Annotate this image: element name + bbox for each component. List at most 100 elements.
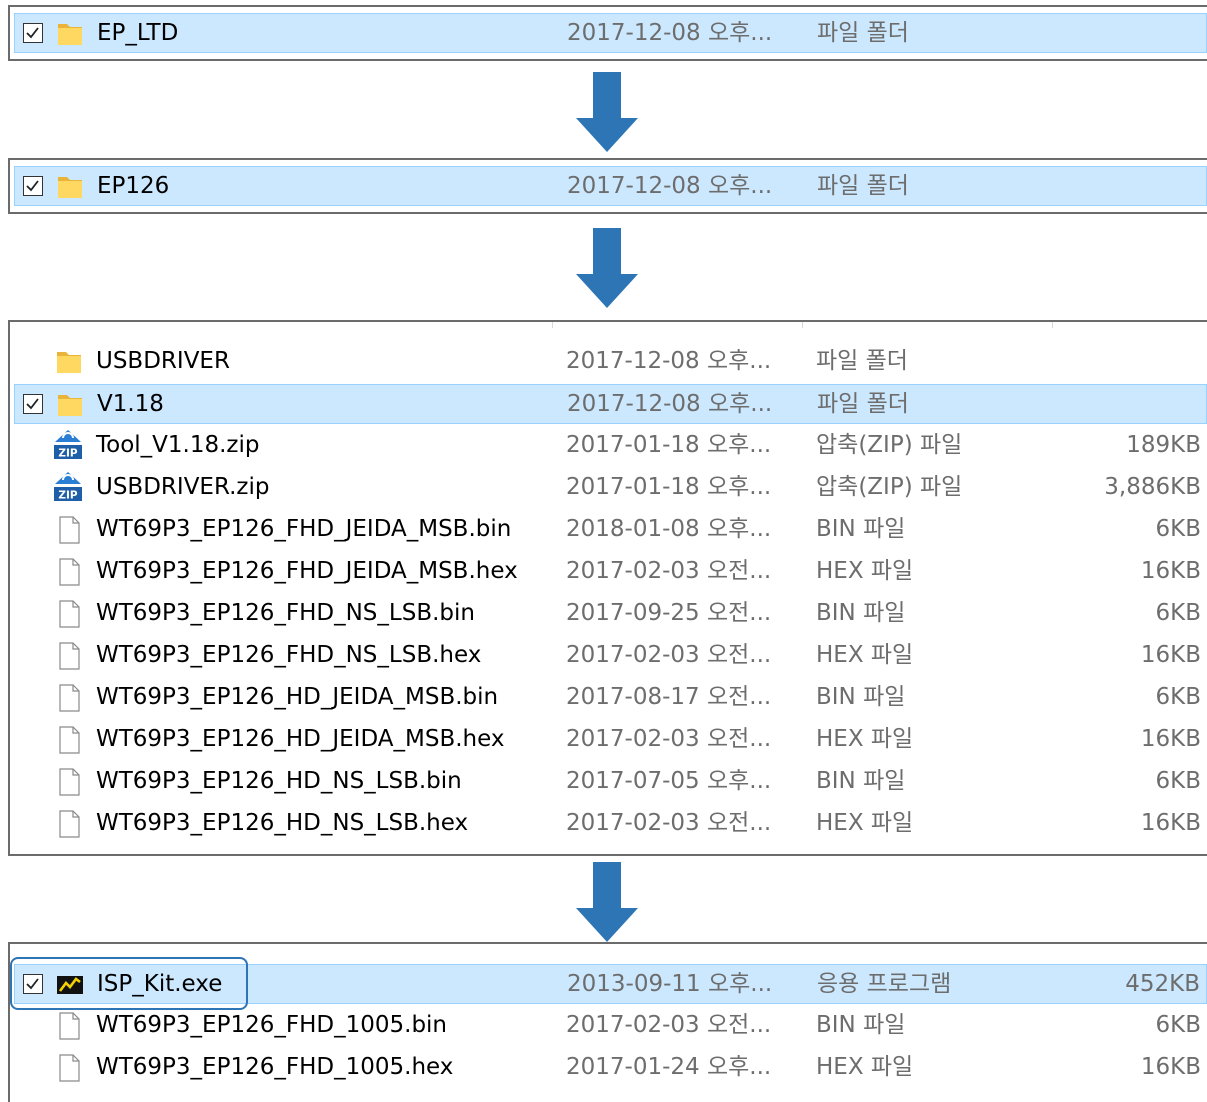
file-date-modified: 2017-07-05 오후... [566,768,772,794]
down-arrow-icon [576,862,638,942]
file-date-modified: 2013-09-11 오후... [567,971,773,997]
zip-icon: ZIP [52,471,82,502]
file-type: BIN 파일 [816,600,906,626]
file-type: 파일 폴더 [817,173,909,199]
file-row[interactable]: WT69P3_EP126_HD_NS_LSB.bin 2017-07-05 오후.… [14,762,1207,802]
zip-icon: ZIP [52,429,82,460]
file-icon [54,1053,84,1083]
file-type: BIN 파일 [816,516,906,542]
file-size: 16KB [1140,642,1201,668]
svg-text:ZIP: ZIP [58,448,78,460]
folder-icon [55,390,85,420]
file-list: EP126 2017-12-08 오후... 파일 폴더 [10,160,1207,212]
file-date-modified: 2017-02-03 오전... [566,726,772,752]
file-name: WT69P3_EP126_FHD_1005.hex [96,1054,454,1080]
file-icon [54,683,84,713]
file-name: WT69P3_EP126_FHD_JEIDA_MSB.hex [96,558,518,584]
down-arrow-icon [576,72,638,152]
file-size: 16KB [1140,726,1201,752]
file-type: 파일 폴더 [817,391,909,417]
file-row[interactable]: WT69P3_EP126_FHD_1005.hex 2017-01-24 오후..… [14,1048,1207,1088]
file-size: 16KB [1140,558,1201,584]
file-icon [54,767,84,797]
file-size: 6KB [1155,600,1202,626]
file-date-modified: 2017-02-03 오전... [566,642,772,668]
file-row[interactable]: WT69P3_EP126_HD_NS_LSB.hex 2017-02-03 오전.… [14,804,1207,844]
file-icon [54,515,84,545]
explorer-panel-ep126: EP126 2017-12-08 오후... 파일 폴더 [8,158,1207,214]
file-name: WT69P3_EP126_FHD_JEIDA_MSB.bin [96,516,512,542]
file-size: 452KB [1125,971,1200,997]
file-date-modified: 2017-01-18 오후... [566,432,772,458]
file-row[interactable]: WT69P3_EP126_FHD_JEIDA_MSB.hex 2017-02-03… [14,552,1207,592]
file-row[interactable]: WT69P3_EP126_HD_JEIDA_MSB.hex 2017-02-03 … [14,720,1207,760]
file-type: 응용 프로그램 [817,971,952,997]
file-name: WT69P3_EP126_HD_NS_LSB.hex [96,810,469,836]
file-name: EP126 [97,173,170,199]
explorer-panel-ep-ltd: EP_LTD 2017-12-08 오후... 파일 폴더 [8,5,1207,61]
file-date-modified: 2017-08-17 오전... [566,684,772,710]
file-date-modified: 2017-12-08 오후... [567,391,773,417]
file-type: HEX 파일 [816,726,914,752]
file-date-modified: 2017-02-03 오전... [566,810,772,836]
file-size: 6KB [1155,516,1202,542]
file-row[interactable]: EP126 2017-12-08 오후... 파일 폴더 [14,166,1207,206]
file-name: EP_LTD [97,20,179,46]
file-icon [54,641,84,671]
file-size: 16KB [1140,1054,1201,1080]
folder-icon [55,19,85,49]
file-type: 파일 폴더 [816,348,908,374]
file-type: HEX 파일 [816,1054,914,1080]
file-row[interactable]: WT69P3_EP126_FHD_1005.bin 2017-02-03 오전..… [14,1006,1207,1046]
folder-icon [54,347,84,377]
file-row[interactable]: WT69P3_EP126_FHD_NS_LSB.bin 2017-09-25 오전… [14,594,1207,634]
file-size: 3,886KB [1104,474,1201,500]
file-name: WT69P3_EP126_FHD_1005.bin [96,1012,448,1038]
file-date-modified: 2017-09-25 오전... [566,600,772,626]
row-checkbox[interactable] [23,394,43,414]
file-icon [54,1011,84,1041]
file-date-modified: 2017-12-08 오후... [566,348,772,374]
file-name: USBDRIVER [96,348,230,374]
file-date-modified: 2017-01-18 오후... [566,474,772,500]
file-name: WT69P3_EP126_HD_NS_LSB.bin [96,768,462,794]
file-size: 6KB [1155,684,1202,710]
file-list: EP_LTD 2017-12-08 오후... 파일 폴더 [10,7,1207,59]
file-icon [54,557,84,587]
file-type: HEX 파일 [816,642,914,668]
file-type: HEX 파일 [816,558,914,584]
file-row[interactable]: WT69P3_EP126_FHD_JEIDA_MSB.bin 2018-01-08… [14,510,1207,550]
file-row[interactable]: ZIP USBDRIVER.zip 2017-01-18 오후... 압축(ZIP) … [14,468,1207,508]
file-icon [54,599,84,629]
file-name: WT69P3_EP126_FHD_NS_LSB.hex [96,642,482,668]
file-type: 파일 폴더 [817,20,909,46]
file-row[interactable]: WT69P3_EP126_HD_JEIDA_MSB.bin 2017-08-17 … [14,678,1207,718]
file-icon [54,725,84,755]
file-size: 6KB [1155,768,1202,794]
file-row[interactable]: USBDRIVER 2017-12-08 오후... 파일 폴더 [14,342,1207,382]
file-size: 189KB [1126,432,1201,458]
file-type: BIN 파일 [816,1012,906,1038]
file-date-modified: 2017-02-03 오전... [566,558,772,584]
row-checkbox[interactable] [23,176,43,196]
file-date-modified: 2017-12-08 오후... [567,20,773,46]
file-row[interactable]: V1.18 2017-12-08 오후... 파일 폴더 [14,384,1207,424]
file-icon [54,809,84,839]
explorer-panel-ep126-contents: USBDRIVER 2017-12-08 오후... 파일 폴더 V1.18 2017-… [8,320,1207,856]
svg-text:ZIP: ZIP [58,490,78,502]
file-name: WT69P3_EP126_FHD_NS_LSB.bin [96,600,475,626]
file-row[interactable]: WT69P3_EP126_FHD_NS_LSB.hex 2017-02-03 오전… [14,636,1207,676]
file-type: HEX 파일 [816,810,914,836]
file-name: USBDRIVER.zip [96,474,270,500]
file-type: BIN 파일 [816,768,906,794]
file-name: WT69P3_EP126_HD_JEIDA_MSB.hex [96,726,505,752]
file-type: 압축(ZIP) 파일 [816,474,963,500]
file-type: BIN 파일 [816,684,906,710]
file-row[interactable]: ZIP Tool_V1.18.zip 2017-01-18 오후... 압축(ZIP)… [14,426,1207,466]
file-name: Tool_V1.18.zip [96,432,260,458]
row-checkbox[interactable] [23,23,43,43]
file-type: 압축(ZIP) 파일 [816,432,963,458]
file-row[interactable]: EP_LTD 2017-12-08 오후... 파일 폴더 [14,13,1207,53]
down-arrow-icon [576,228,638,308]
file-list: USBDRIVER 2017-12-08 오후... 파일 폴더 V1.18 2017-… [10,322,1207,854]
